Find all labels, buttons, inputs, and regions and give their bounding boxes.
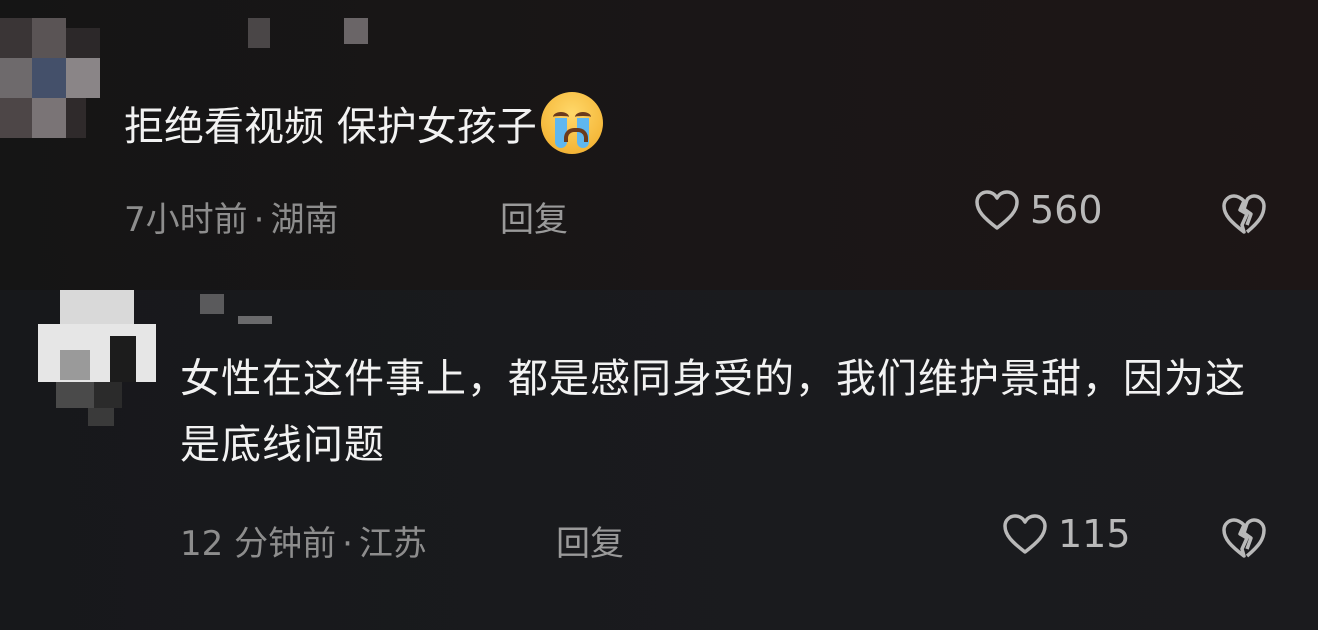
reply-button[interactable]: 回复 xyxy=(500,192,568,241)
heart-outline-icon xyxy=(1003,514,1047,554)
reply-button[interactable]: 回复 xyxy=(556,516,624,565)
dislike-button[interactable] xyxy=(1220,516,1268,564)
heart-outline-icon xyxy=(975,190,1019,230)
crying-face-emoji-icon xyxy=(540,92,603,154)
avatar[interactable] xyxy=(0,18,100,148)
comment-time: 12 分钟前 xyxy=(180,524,337,564)
comment-time: 7小时前 xyxy=(124,200,248,240)
comment-meta: 12 分钟前 · 江苏 xyxy=(180,516,427,565)
comment-text: 女性在这件事上，都是感同身受的，我们维护景甜，因为这是底线问题 xyxy=(180,356,1246,468)
comment-meta: 7小时前 · 湖南 xyxy=(124,192,338,241)
comment-text: 拒绝看视频 保护女孩子 xyxy=(124,92,603,154)
comment-text-body: 拒绝看视频 保护女孩子 xyxy=(124,104,537,150)
like-button[interactable]: 115 xyxy=(1002,512,1131,556)
username-blurred[interactable] xyxy=(200,294,280,324)
comment-item: 女性在这件事上，都是感同身受的，我们维护景甜，因为这是底线问题 12 分钟前 · 江… xyxy=(0,290,1318,630)
avatar[interactable] xyxy=(38,290,156,426)
comment-location: 湖南 xyxy=(270,200,339,240)
like-count: 560 xyxy=(1030,188,1103,232)
comment-location: 江苏 xyxy=(358,524,427,564)
dislike-button[interactable] xyxy=(1220,192,1268,240)
broken-heart-icon xyxy=(1222,194,1266,234)
comment-item: 拒绝看视频 保护女孩子 7小时前 · 湖南 回复 560 xyxy=(0,0,1318,290)
meta-separator: · xyxy=(342,524,353,564)
broken-heart-icon xyxy=(1222,518,1266,558)
like-count: 115 xyxy=(1058,512,1131,556)
username-blurred[interactable] xyxy=(248,18,368,48)
meta-separator: · xyxy=(253,200,265,240)
like-button[interactable]: 560 xyxy=(974,188,1103,232)
